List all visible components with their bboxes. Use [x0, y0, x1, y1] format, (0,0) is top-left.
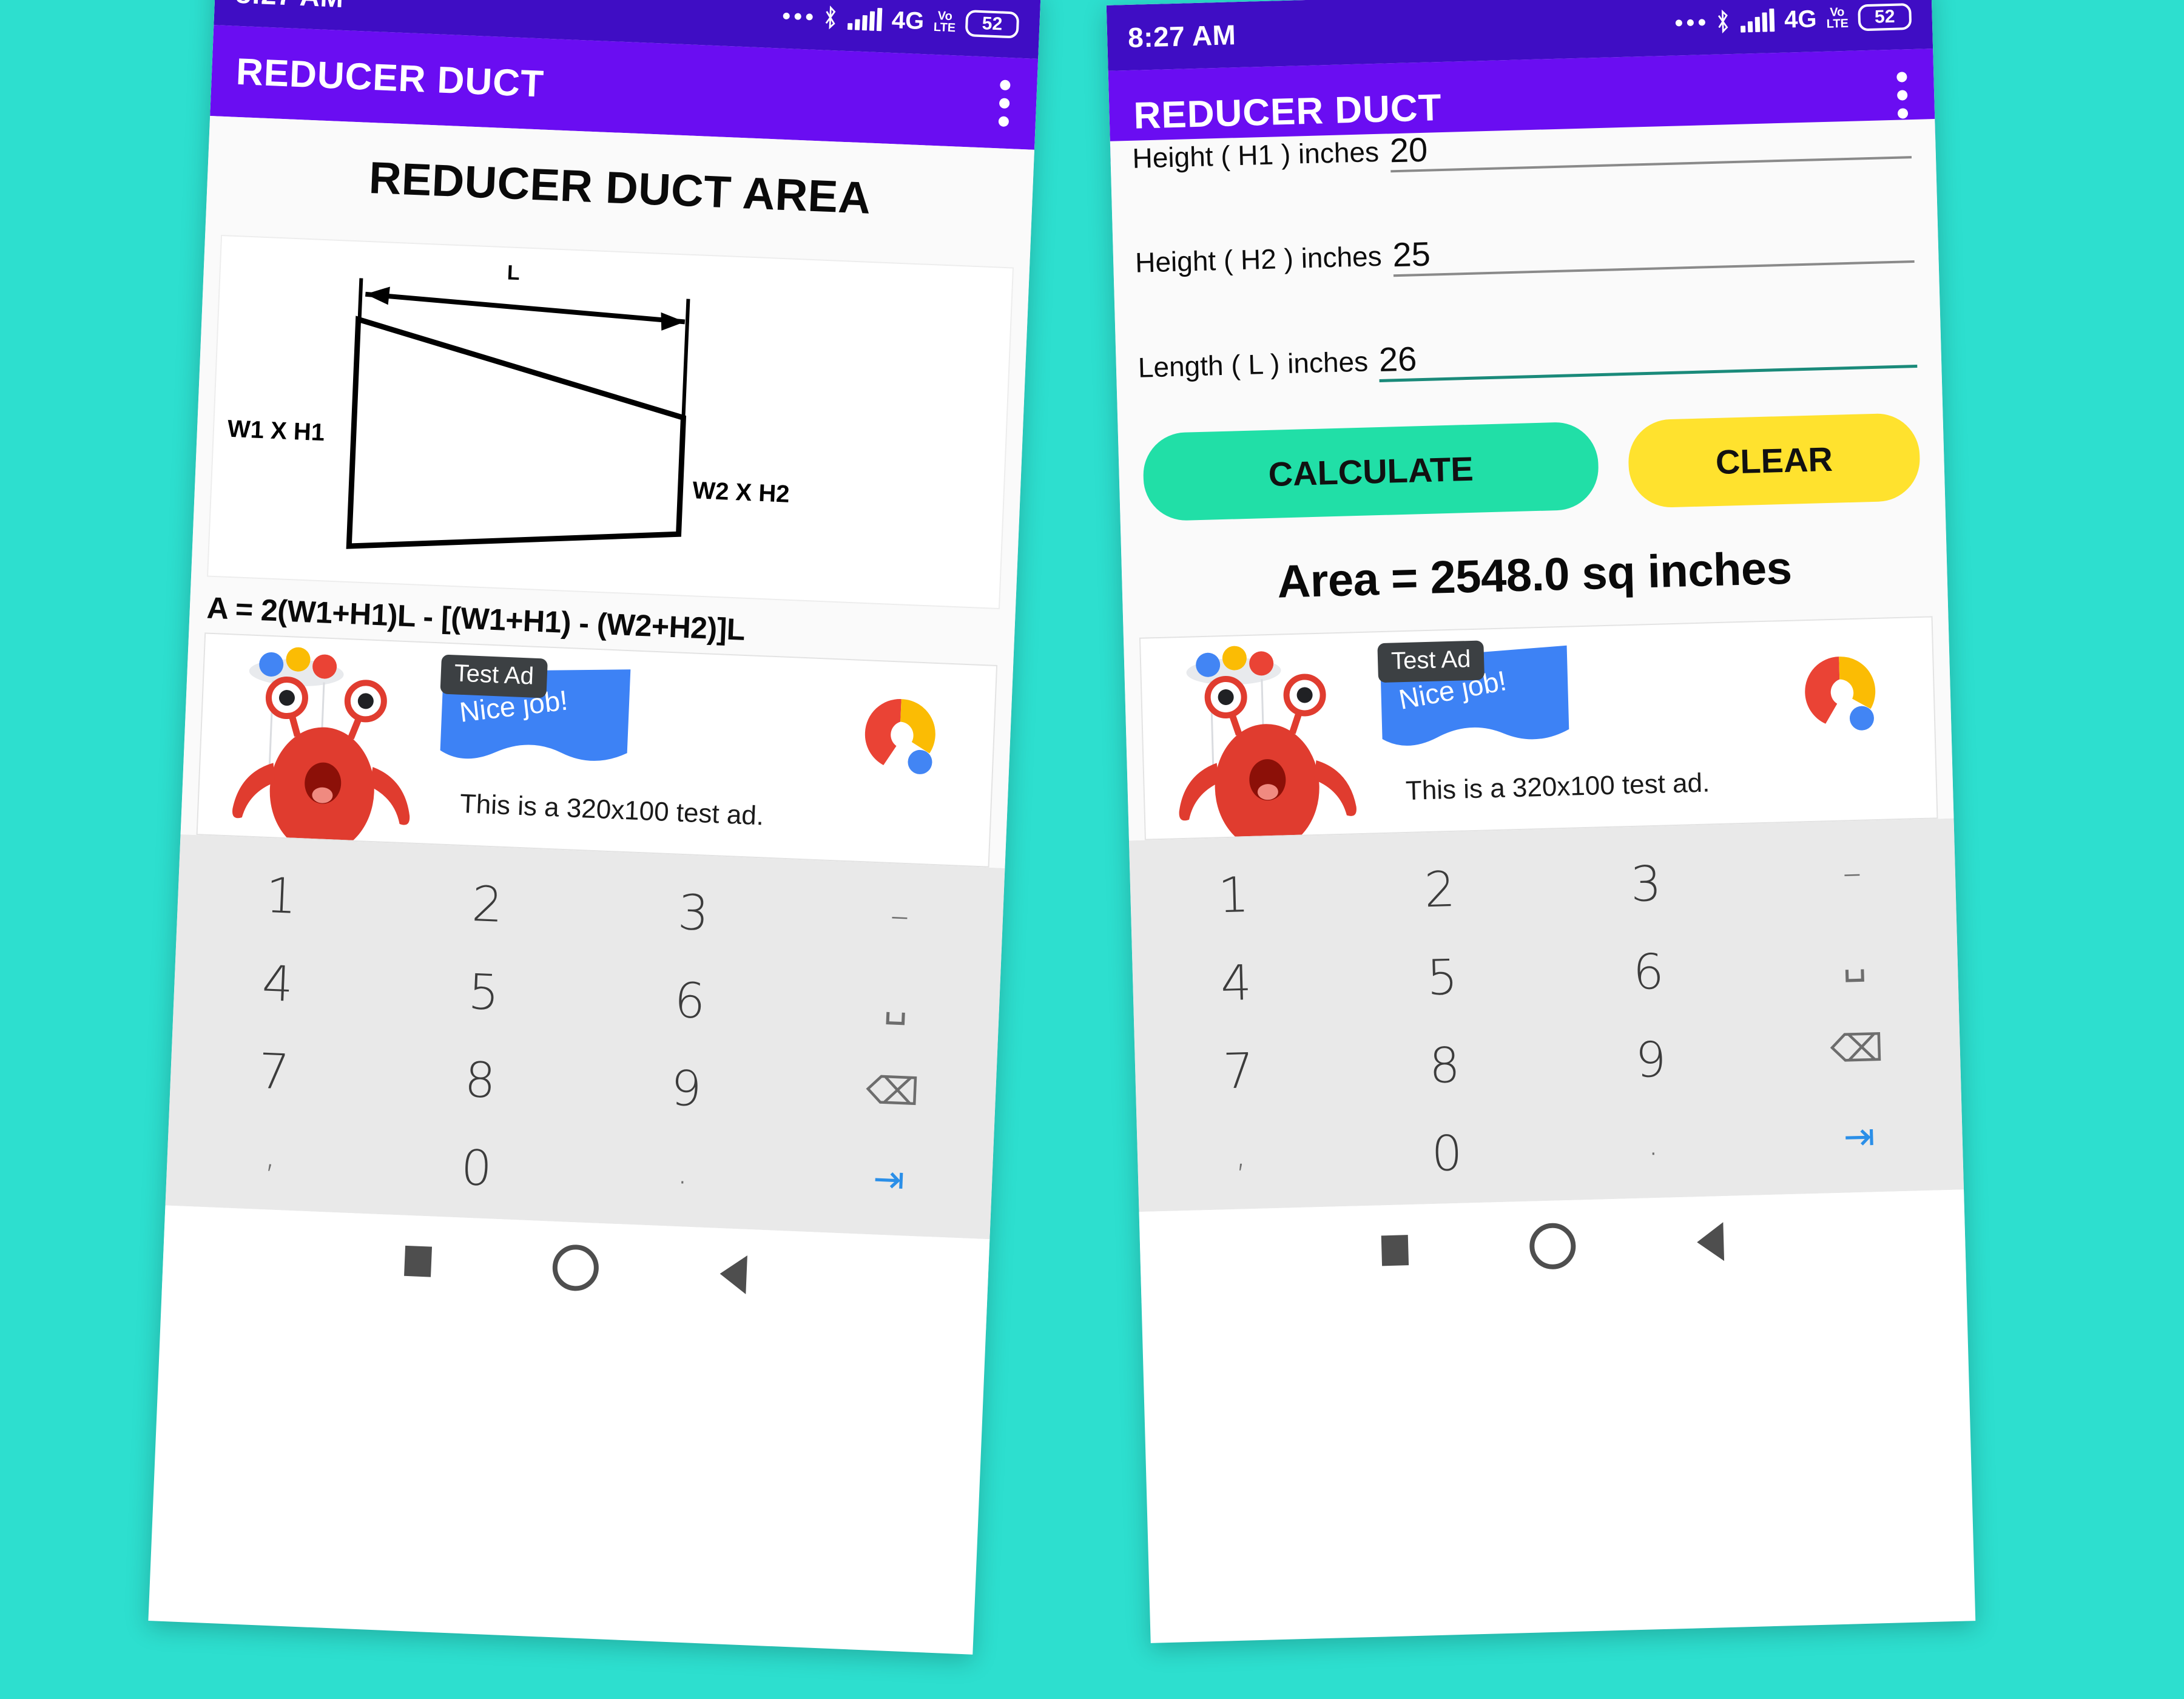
diagram-inlet-label: W1 X H1 — [227, 416, 325, 447]
diagram-outlet-label: W2 X H2 — [692, 477, 790, 508]
key-6[interactable]: 6 — [1544, 925, 1753, 1019]
left-content: REDUCER DUCT AREA L W1 X H1 W2 X H2 A = … — [180, 116, 1035, 868]
result-label: Area = 2548.0 sq inches — [1276, 542, 1793, 608]
key-3[interactable]: 3 — [588, 865, 798, 961]
ad-banner-left[interactable]: Nice job! Test Ad This is a 320x100 test… — [196, 632, 998, 868]
key-minus[interactable]: – — [795, 873, 1005, 970]
key-7[interactable]: 7 — [1134, 1024, 1343, 1118]
volte-icon: Vo LTE — [1826, 5, 1849, 31]
kebab-menu-icon[interactable] — [1896, 71, 1909, 119]
status-clock: 8:27 AM — [235, 0, 344, 14]
key-5[interactable]: 5 — [379, 944, 588, 1041]
field-length-l[interactable]: Length ( L ) inches 26 — [1116, 328, 1941, 390]
key-backspace[interactable]: ⌫ — [1753, 1007, 1961, 1101]
key-4[interactable]: 4 — [1131, 936, 1340, 1030]
triangle-back-icon[interactable] — [719, 1254, 747, 1294]
key-next[interactable]: ⇥ — [1755, 1095, 1964, 1189]
numeric-keyboard-right[interactable]: 1 2 3 – 4 5 6 ␣ 7 8 9 ⌫ , 0 . ⇥ — [1128, 818, 1964, 1212]
key-2[interactable]: 2 — [1335, 843, 1544, 936]
field-height-h2[interactable]: Height ( H2 ) inches 25 — [1113, 223, 1938, 285]
key-period[interactable]: . — [578, 1129, 787, 1225]
battery-indicator: 52 — [1858, 2, 1912, 32]
key-next[interactable]: ⇥ — [784, 1137, 994, 1233]
ad-banner-right[interactable]: Nice job! Test Ad This is a 320x100 test… — [1139, 616, 1938, 840]
field-label: Height ( H1 ) inches — [1131, 135, 1380, 174]
kebab-menu-icon[interactable] — [998, 79, 1011, 127]
app-title: REDUCER DUCT — [235, 50, 545, 106]
signal-bars-icon — [848, 7, 883, 32]
more-dots-icon — [1676, 18, 1706, 27]
status-icons: 4G Vo LTE 52 — [1676, 2, 1912, 36]
key-9[interactable]: 9 — [581, 1041, 791, 1137]
key-4[interactable]: 4 — [173, 936, 383, 1032]
volte-icon: Vo LTE — [933, 9, 956, 35]
duct-diagram-svg: L W1 X H1 W2 X H2 — [227, 261, 790, 549]
key-0[interactable]: 0 — [1343, 1107, 1551, 1200]
key-6[interactable]: 6 — [585, 953, 795, 1049]
bluetooth-icon — [1718, 9, 1728, 34]
field-label: Height ( H2 ) inches — [1134, 240, 1383, 279]
volte-bottom: LTE — [933, 20, 956, 35]
key-comma[interactable]: , — [1136, 1112, 1345, 1206]
key-7[interactable]: 7 — [169, 1024, 379, 1120]
ad-test-badge: Test Ad — [440, 654, 548, 698]
ad-graphic: Nice job! — [1179, 645, 1876, 840]
duct-diagram-card: L W1 X H1 W2 X H2 — [207, 234, 1014, 610]
key-comma[interactable]: , — [166, 1112, 376, 1208]
ad-test-badge: Test Ad — [1377, 640, 1485, 683]
right-content: Height ( H1 ) inches 20 Height ( H2 ) in… — [1110, 119, 1954, 841]
key-8[interactable]: 8 — [376, 1032, 585, 1129]
field-value: 26 — [1378, 339, 1418, 379]
key-space[interactable]: ␣ — [791, 961, 1001, 1058]
battery-indicator: 52 — [965, 9, 1020, 39]
circle-home-icon[interactable] — [1529, 1222, 1577, 1270]
phone-right: 8:27 AM 4G Vo LTE 52 REDUCER DUCT Height… — [1106, 0, 1976, 1643]
status-clock: 8:27 AM — [1127, 19, 1237, 53]
circle-home-icon[interactable] — [551, 1243, 600, 1292]
key-9[interactable]: 9 — [1546, 1013, 1755, 1107]
network-type-label: 4G — [1784, 5, 1818, 33]
app-title: REDUCER DUCT — [1133, 86, 1443, 137]
signal-bars-icon — [1741, 8, 1775, 33]
key-backspace[interactable]: ⌫ — [787, 1049, 997, 1146]
key-minus[interactable]: – — [1748, 832, 1956, 925]
bluetooth-icon — [825, 5, 836, 30]
more-dots-icon — [783, 12, 814, 21]
network-type-label: 4G — [891, 7, 925, 35]
action-buttons: CALCULATE CLEAR — [1118, 412, 1945, 522]
field-underline[interactable]: 26 — [1378, 328, 1918, 382]
key-period[interactable]: . — [1549, 1101, 1758, 1195]
square-recents-icon[interactable] — [404, 1245, 433, 1277]
key-1[interactable]: 1 — [1130, 848, 1338, 942]
key-5[interactable]: 5 — [1338, 931, 1546, 1024]
diagram-length-label: L — [507, 261, 520, 285]
field-underline[interactable]: 25 — [1392, 224, 1915, 277]
field-value: 25 — [1392, 234, 1431, 274]
key-0[interactable]: 0 — [372, 1120, 582, 1217]
numeric-keyboard-left[interactable]: 1 2 3 – 4 5 6 ␣ 7 8 9 ⌫ , 0 . ⇥ — [165, 834, 1005, 1240]
key-space[interactable]: ␣ — [1750, 920, 1959, 1013]
field-label: Length ( L ) inches — [1138, 345, 1369, 383]
key-2[interactable]: 2 — [382, 856, 592, 953]
clear-button[interactable]: CLEAR — [1627, 412, 1921, 508]
field-value: 20 — [1389, 130, 1428, 170]
square-recents-icon[interactable] — [1381, 1235, 1409, 1266]
triangle-back-icon[interactable] — [1696, 1222, 1725, 1262]
ad-graphic: Nice job! — [232, 647, 935, 854]
calculate-button[interactable]: CALCULATE — [1142, 421, 1600, 522]
status-icons: 4G Vo LTE 52 — [783, 2, 1020, 39]
key-8[interactable]: 8 — [1340, 1019, 1549, 1112]
phone-left: 8:27 AM 4G Vo LTE 52 REDUCER DUCT REDUCE… — [148, 0, 1041, 1655]
volte-bottom: LTE — [1826, 16, 1849, 31]
key-1[interactable]: 1 — [177, 848, 386, 944]
key-3[interactable]: 3 — [1542, 837, 1750, 931]
